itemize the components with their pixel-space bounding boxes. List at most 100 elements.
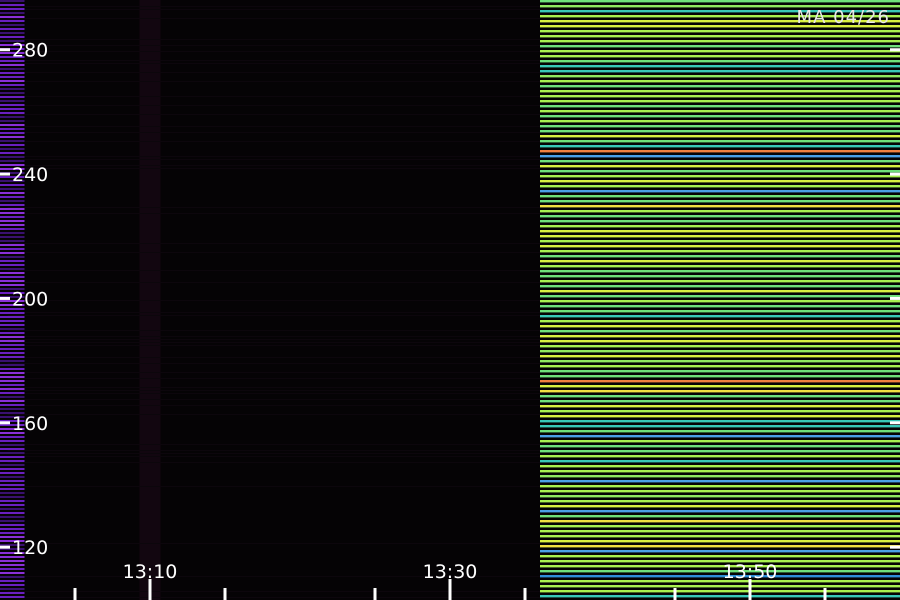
activity-line <box>540 120 900 123</box>
activity-line <box>540 395 900 398</box>
edge-stripe <box>0 444 25 446</box>
edge-stripe <box>0 568 25 570</box>
dark-row-line <box>7 399 540 400</box>
activity-line <box>540 230 900 233</box>
activity-line <box>540 180 900 183</box>
edge-stripe <box>0 152 25 154</box>
activity-line <box>540 40 900 43</box>
activity-line <box>540 500 900 503</box>
activity-line <box>540 590 900 593</box>
dark-row-line <box>7 270 540 271</box>
activity-line <box>540 80 900 83</box>
dark-row-line <box>7 336 540 337</box>
activity-line <box>540 165 900 168</box>
activity-line <box>540 220 900 223</box>
dark-row-line <box>7 387 540 388</box>
activity-line <box>540 195 900 198</box>
edge-stripe <box>0 368 25 370</box>
edge-stripe <box>0 156 25 158</box>
activity-line <box>540 0 900 3</box>
edge-stripe <box>0 488 25 490</box>
activity-line <box>540 265 900 268</box>
y-tick-left <box>0 421 10 425</box>
activity-line <box>540 325 900 328</box>
edge-stripe <box>0 244 25 246</box>
edge-stripe <box>0 352 25 354</box>
activity-line <box>540 75 900 78</box>
edge-stripe <box>0 472 25 474</box>
activity-line <box>540 140 900 143</box>
edge-stripe <box>0 252 25 254</box>
edge-stripe <box>0 316 25 318</box>
dark-row-line <box>7 315 540 316</box>
edge-stripe <box>0 484 25 486</box>
edge-stripe <box>0 520 25 522</box>
y-tick-right <box>890 545 900 549</box>
edge-stripe <box>0 392 25 394</box>
edge-stripe <box>0 88 25 90</box>
dark-row-line <box>7 168 540 169</box>
activity-line <box>540 305 900 308</box>
activity-line <box>540 575 900 578</box>
dark-row-line <box>7 414 540 415</box>
activity-line <box>540 95 900 98</box>
edge-stripe <box>0 452 25 454</box>
dark-row-line <box>7 243 540 244</box>
edge-stripe <box>0 24 25 26</box>
activity-line <box>540 200 900 203</box>
edge-stripe <box>0 388 25 390</box>
activity-line <box>540 150 900 153</box>
edge-stripe <box>0 524 25 526</box>
edge-stripe <box>0 32 25 34</box>
edge-stripe <box>0 76 25 78</box>
activity-line <box>540 260 900 263</box>
activity-line <box>540 235 900 238</box>
x-tick-label: 13:10 <box>123 561 178 583</box>
activity-line <box>540 410 900 413</box>
edge-stripe <box>0 232 25 234</box>
edge-stripe <box>0 372 25 374</box>
activity-line <box>540 160 900 163</box>
dark-row-line <box>7 60 540 61</box>
edge-stripe <box>0 584 25 586</box>
edge-stripe <box>0 228 25 230</box>
activity-line <box>540 390 900 393</box>
activity-line <box>540 85 900 88</box>
activity-line <box>540 420 900 423</box>
activity-line <box>540 240 900 243</box>
edge-stripe <box>0 144 25 146</box>
edge-stripe <box>0 588 25 590</box>
edge-stripe <box>0 560 25 562</box>
activity-line <box>540 105 900 108</box>
activity-line <box>540 535 900 538</box>
activity-line <box>540 35 900 38</box>
activity-line <box>540 115 900 118</box>
y-tick-label: 280 <box>12 40 48 62</box>
edge-stripe <box>0 16 25 18</box>
activity-line <box>540 185 900 188</box>
dark-row-line <box>7 165 540 166</box>
edge-stripe <box>0 124 25 126</box>
dark-row-line <box>7 444 540 445</box>
edge-stripe <box>0 272 25 274</box>
activity-line <box>540 130 900 133</box>
activity-line <box>540 205 900 208</box>
edge-stripe <box>0 528 25 530</box>
dark-row-line <box>7 18 540 19</box>
activity-line <box>540 210 900 213</box>
activity-line <box>540 450 900 453</box>
edge-stripe <box>0 188 25 190</box>
edge-stripe <box>0 280 25 282</box>
edge-stripe <box>0 84 25 86</box>
activity-line <box>540 250 900 253</box>
edge-stripe <box>0 100 25 102</box>
activity-line <box>540 100 900 103</box>
activity-line <box>540 255 900 258</box>
edge-stripe <box>0 64 25 66</box>
edge-stripe <box>0 136 25 138</box>
x-tick-label: 13:50 <box>723 561 778 583</box>
activity-line <box>540 480 900 483</box>
edge-stripe <box>0 500 25 502</box>
dark-row-line <box>7 81 540 82</box>
dark-row-line <box>7 72 540 73</box>
